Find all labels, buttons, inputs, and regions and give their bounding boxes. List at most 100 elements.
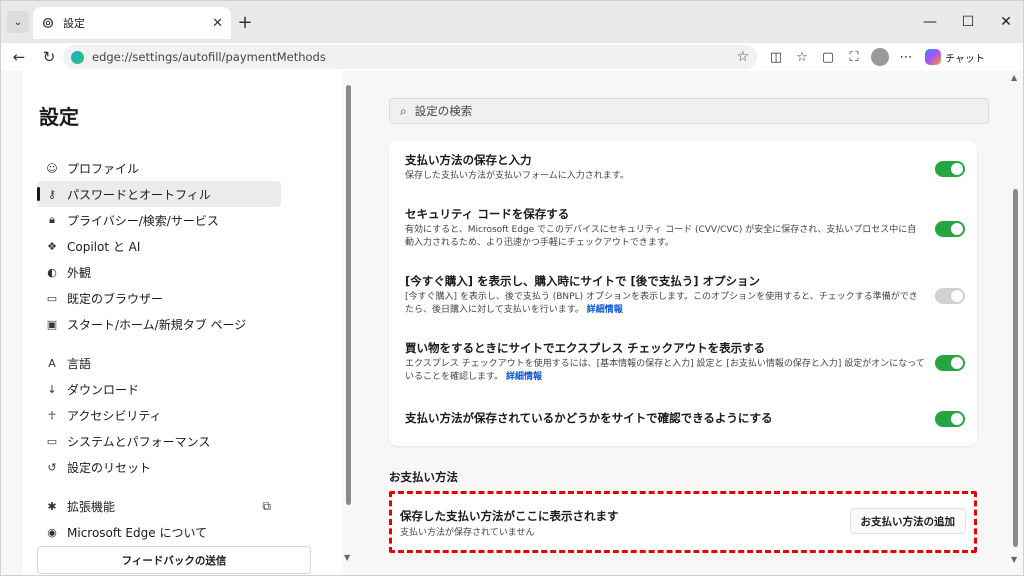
sidebar-item-copilot[interactable]: ❖ Copilot と AI (37, 233, 281, 259)
sidebar-item-label: スタート/ホーム/新規タブ ページ (67, 317, 247, 332)
sidebar-item-label: システムとパフォーマンス (67, 434, 211, 449)
sidebar-item-default-browser[interactable]: ▭ 既定のブラウザー (37, 285, 281, 311)
sidebar-item-languages[interactable]: A 言語 (37, 350, 281, 376)
payment-methods-heading: お支払い方法 (389, 470, 458, 484)
main-scrollbar[interactable] (1013, 189, 1018, 547)
key-icon: ⚷ (47, 187, 57, 201)
sidebar-item-label: Copilot と AI (67, 239, 141, 254)
settings-search-input[interactable]: ⌕ 設定の検索 (389, 98, 989, 124)
setting-save-fill-payment: 支払い方法の保存と入力 保存した支払い方法が支払いフォームに入力されます。 (405, 153, 965, 183)
more-icon[interactable]: ⋯ (893, 45, 919, 69)
setting-express-checkout: 買い物をするときにサイトでエクスプレス チェックアウトを表示する エクスプレス … (405, 341, 965, 384)
sidebar-item-system[interactable]: ▭ システムとパフォーマンス (37, 428, 281, 454)
sidebar-item-label: 外観 (67, 265, 92, 280)
toggle-save-security-code[interactable] (935, 221, 965, 237)
settings-sidebar: 設定 ☺ プロファイル ⚷ パスワードとオートフィル 🔒︎ プライバシー/検索/サービ… (23, 71, 343, 575)
settings-main: ⌕ 設定の検索 支払い方法の保存と入力 保存した支払い方法が支払いフォームに入力… (361, 71, 1011, 575)
browser-toolbar: ← ↻ edge://settings/autofill/paymentMeth… (1, 43, 1023, 71)
copilot-chat-button[interactable]: チャット (919, 49, 991, 65)
laptop-icon: ▭ (46, 434, 58, 448)
toggle-bnpl[interactable] (935, 288, 965, 304)
sidebar-item-reset[interactable]: ↺ 設定のリセット (37, 454, 281, 480)
tab-strip: ⌄ 設定 ✕ + — ☐ ✕ (1, 1, 1023, 43)
sidebar-item-label: プロファイル (67, 161, 140, 176)
sidebar-item-passwords-autofill[interactable]: ⚷ パスワードとオートフィル (37, 181, 281, 207)
browser-icon: ▭ (46, 291, 58, 305)
search-placeholder: 設定の検索 (414, 104, 473, 118)
setting-title: [今すぐ購入] を表示し、購入時にサイトで [後で支払う] オプション (405, 274, 761, 288)
favorites-icon[interactable]: ☆ (789, 45, 815, 69)
refresh-button[interactable]: ↻ (37, 45, 61, 69)
scroll-down-arrow-icon[interactable]: ▼ (344, 553, 350, 562)
home-icon: ▣ (46, 317, 58, 331)
sidebar-item-extensions[interactable]: ✱ 拡張機能 ⧉ (37, 493, 281, 519)
language-icon: A (48, 356, 56, 370)
setting-bnpl: [今すぐ購入] を表示し、購入時にサイトで [後で支払う] オプション [今すぐ… (405, 274, 965, 317)
external-link-icon: ⧉ (262, 498, 271, 513)
scroll-down-arrow-icon[interactable]: ▼ (1011, 555, 1017, 564)
sidebar-item-downloads[interactable]: ↓ ダウンロード (37, 376, 281, 402)
new-tab-button[interactable]: + (235, 12, 255, 33)
toggle-express-checkout[interactable] (935, 355, 965, 371)
refresh-icon: ↻ (42, 48, 56, 66)
collections-icon[interactable]: ▢ (815, 45, 841, 69)
close-tab-icon[interactable]: ✕ (212, 16, 223, 31)
setting-title: 支払い方法が保存されているかどうかをサイトで確認できるようにする (405, 411, 773, 425)
sidebar-item-label: アクセシビリティ (67, 408, 162, 423)
sidebar-item-start-home[interactable]: ▣ スタート/ホーム/新規タブ ページ (37, 311, 281, 337)
sidebar-item-label: Microsoft Edge について (67, 525, 208, 540)
toggle-save-fill-payment[interactable] (935, 161, 965, 177)
setting-title: 買い物をするときにサイトでエクスプレス チェックアウトを表示する (405, 341, 766, 355)
sidebar-item-label: ダウンロード (67, 382, 140, 397)
reset-icon: ↺ (47, 460, 57, 474)
toolbar-right: ◫ ☆ ▢ ⛶ ⋯ チャット (763, 45, 991, 69)
setting-title: セキュリティ コードを保存する (405, 207, 570, 221)
accessibility-icon: ☥ (47, 408, 57, 422)
sidebar-item-about[interactable]: ◉ Microsoft Edge について (37, 519, 281, 545)
lock-icon: 🔒︎ (49, 213, 55, 226)
extensions-icon: ✱ (47, 499, 57, 513)
sidebar-item-profile[interactable]: ☺ プロファイル (37, 155, 281, 181)
download-icon: ↓ (47, 382, 57, 396)
url-text: edge://settings/autofill/paymentMethods (92, 50, 326, 64)
sidebar-item-privacy[interactable]: 🔒︎ プライバシー/検索/サービス (37, 207, 281, 233)
sidebar-item-accessibility[interactable]: ☥ アクセシビリティ (37, 402, 281, 428)
sidebar-item-label: 言語 (67, 356, 92, 371)
profile-avatar[interactable] (871, 48, 889, 66)
setting-title: 支払い方法の保存と入力 (405, 153, 532, 167)
close-window-button[interactable]: ✕ (987, 1, 1023, 43)
scroll-up-arrow-icon[interactable]: ▲ (1011, 73, 1017, 82)
learn-more-link[interactable]: 詳細情報 (587, 305, 623, 315)
saved-payment-methods-card: 保存した支払い方法がここに表示されます 支払い方法が保存されていません お支払い… (389, 491, 977, 553)
sidebar-item-appearance[interactable]: ◐ 外観 (37, 259, 281, 285)
setting-desc: エクスプレス チェックアウトを使用するには、[基本情報の保存と入力] 設定と [… (405, 359, 925, 382)
sidebar-scrollbar[interactable] (346, 85, 351, 505)
favorite-star-icon[interactable]: ☆ (736, 49, 749, 65)
sidebar-item-label: パスワードとオートフィル (67, 187, 211, 202)
payment-card-title: 保存した支払い方法がここに表示されます (400, 509, 619, 523)
edge-icon: ◉ (47, 525, 57, 539)
sidebar-menu: ☺ プロファイル ⚷ パスワードとオートフィル 🔒︎ プライバシー/検索/サービス ❖… (37, 155, 281, 545)
learn-more-link[interactable]: 詳細情報 (506, 372, 542, 382)
back-button[interactable]: ← (7, 45, 31, 69)
maximize-button[interactable]: ☐ (949, 1, 987, 43)
chat-label: チャット (945, 53, 985, 65)
palette-icon: ◐ (47, 265, 57, 279)
settings-content: 設定 ☺ プロファイル ⚷ パスワードとオートフィル 🔒︎ プライバシー/検索/サービ… (1, 71, 1023, 575)
minimize-button[interactable]: — (911, 1, 949, 43)
window-controls: — ☐ ✕ (911, 1, 1023, 43)
setting-site-check-payment: 支払い方法が保存されているかどうかをサイトで確認できるようにする (405, 411, 965, 427)
address-bar[interactable]: edge://settings/autofill/paymentMethods … (63, 45, 757, 69)
payment-card-desc: 支払い方法が保存されていません (400, 528, 535, 538)
split-screen-icon[interactable]: ◫ (763, 45, 789, 69)
setting-desc: 有効にすると、Microsoft Edge でこのデバイスにセキュリティ コード… (405, 225, 917, 248)
person-icon: ☺ (46, 161, 58, 175)
toggle-site-check-payment[interactable] (935, 411, 965, 427)
add-payment-method-button[interactable]: お支払い方法の追加 (849, 508, 966, 534)
copilot-outline-icon: ❖ (47, 239, 57, 253)
gear-icon (42, 17, 54, 29)
screenshot-icon[interactable]: ⛶ (841, 45, 867, 69)
tab-actions-button[interactable]: ⌄ (7, 11, 29, 33)
tab-settings[interactable]: 設定 ✕ (33, 7, 231, 39)
feedback-button[interactable]: フィードバックの送信 (37, 546, 311, 574)
